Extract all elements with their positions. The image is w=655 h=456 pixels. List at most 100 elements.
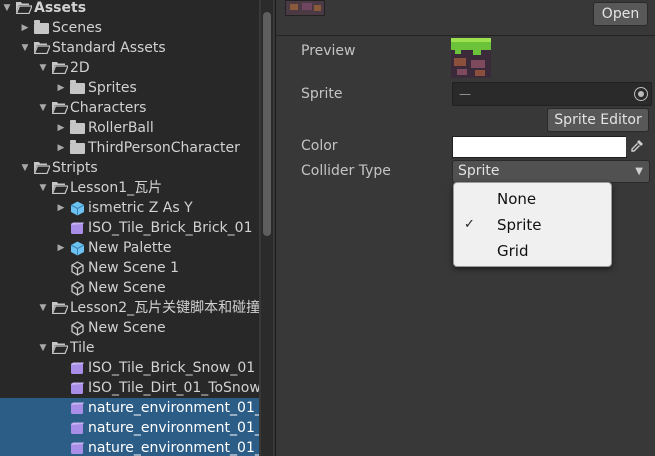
tree-row[interactable]: ISO_Tile_Brick_Brick_01 — [0, 218, 259, 238]
folder-open-icon — [52, 301, 68, 315]
tree-row-label: ISO_Tile_Brick_Brick_01 — [88, 220, 253, 236]
expand-arrow-closed-icon[interactable]: ▶ — [56, 238, 66, 258]
tree-row-label: Stripts — [52, 160, 98, 176]
menu-option-label: None — [497, 190, 537, 208]
folder-open-icon — [34, 41, 50, 55]
tile-icon — [70, 381, 85, 395]
tree-row-label: RollerBall — [88, 120, 154, 136]
menu-option-label: Sprite — [497, 216, 542, 234]
project-tree: ▼ Assets ▶ Scenes ▼ Standard Assets ▼ 2D ▶ Sprite… — [0, 0, 259, 456]
tree-row-label: Characters — [70, 100, 147, 116]
expand-arrow-open-icon[interactable]: ▼ — [2, 0, 12, 18]
expand-arrow-open-icon[interactable]: ▼ — [38, 298, 48, 318]
expand-arrow-open-icon[interactable]: ▼ — [38, 338, 48, 358]
expand-arrow-open-icon[interactable]: ▼ — [20, 158, 30, 178]
tile-icon — [70, 401, 85, 415]
eyedropper-icon[interactable] — [626, 136, 648, 156]
tile-preview-image — [451, 38, 491, 78]
folder-icon — [70, 140, 85, 155]
menu-option-grid[interactable]: Grid — [454, 238, 611, 264]
tree-row[interactable]: ▼ Tile — [0, 338, 259, 358]
unity-scene-icon — [70, 321, 85, 336]
folder-open-icon — [16, 1, 32, 15]
tree-scrollbar[interactable] — [261, 0, 273, 456]
sprite-field-value: — — [459, 87, 471, 101]
tree-row[interactable]: ▶ Scenes — [0, 18, 259, 38]
tree-row[interactable]: New Scene — [0, 318, 259, 338]
folder-open-icon — [52, 61, 68, 75]
tree-row[interactable]: nature_environment_01_0 — [0, 398, 259, 418]
tree-row-label: ISO_Tile_Brick_Snow_01 — [88, 360, 256, 376]
tree-row-label: Lesson1_瓦片 — [70, 180, 163, 196]
tree-row-label: ISO_Tile_Dirt_01_ToSnow — [88, 380, 259, 396]
tree-row-label: nature_environment_01_2 — [88, 440, 259, 456]
folder-open-icon — [52, 101, 68, 115]
folder-icon — [70, 120, 85, 135]
tree-row[interactable]: ▼ Standard Assets — [0, 38, 259, 58]
object-picker-icon[interactable] — [634, 87, 648, 101]
checkmark-icon: ✓ — [464, 217, 475, 232]
collider-type-dropdown[interactable]: Sprite ▼ — [452, 160, 650, 183]
unity-scene-icon — [70, 281, 85, 296]
tree-row-label: Assets — [34, 0, 87, 16]
expand-arrow-closed-icon[interactable]: ▶ — [56, 198, 66, 218]
expand-arrow-closed-icon[interactable]: ▶ — [56, 138, 66, 158]
expand-arrow-closed-icon[interactable]: ▶ — [56, 78, 66, 98]
expand-arrow-open-icon[interactable]: ▼ — [38, 98, 48, 118]
tree-row-label: Lesson2_瓦片关键脚本和碰撞 — [70, 300, 259, 316]
open-button[interactable]: Open — [593, 2, 648, 26]
chevron-down-icon: ▼ — [635, 166, 643, 177]
asset-thumbnail — [285, 0, 325, 16]
tree-row[interactable]: nature_environment_01_1 — [0, 418, 259, 438]
tree-row-label: Tile — [70, 340, 95, 356]
tree-row-label: nature_environment_01_0 — [88, 400, 259, 416]
collider-type-value: Sprite — [458, 163, 500, 179]
tree-row-label: 2D — [70, 60, 90, 76]
tree-row[interactable]: nature_environment_01_2 — [0, 438, 259, 456]
tree-row[interactable]: New Scene — [0, 278, 259, 298]
tile-icon — [70, 421, 85, 435]
collider-type-menu: None ✓ Sprite Grid — [453, 182, 612, 267]
tree-row-label: Scenes — [52, 20, 102, 36]
tree-row-label: ismetric Z As Y — [88, 200, 193, 216]
tree-row[interactable]: ▶ New Palette — [0, 238, 259, 258]
header-separator — [276, 35, 655, 36]
menu-option-sprite[interactable]: ✓ Sprite — [454, 212, 611, 238]
sprite-label: Sprite — [301, 86, 343, 102]
tree-row[interactable]: ▶ Sprites — [0, 78, 259, 98]
expand-arrow-open-icon[interactable]: ▼ — [38, 58, 48, 78]
prefab-icon — [70, 201, 85, 216]
tile-icon — [70, 361, 85, 375]
tree-row[interactable]: ▼ Assets — [0, 0, 259, 18]
tree-row[interactable]: ▼ Lesson2_瓦片关键脚本和碰撞 — [0, 298, 259, 318]
sprite-object-field[interactable]: — — [452, 82, 652, 106]
tree-scrollbar-thumb[interactable] — [263, 12, 271, 236]
expand-arrow-open-icon[interactable]: ▼ — [38, 178, 48, 198]
tile-icon — [70, 441, 85, 455]
inspector-panel: Open Preview Sprite — Sprite Editor Colo… — [276, 0, 655, 456]
tile-icon — [70, 221, 85, 235]
expand-arrow-closed-icon[interactable]: ▶ — [20, 18, 30, 38]
tree-row[interactable]: New Scene 1 — [0, 258, 259, 278]
tree-row[interactable]: ISO_Tile_Dirt_01_ToSnow — [0, 378, 259, 398]
tree-row[interactable]: ISO_Tile_Brick_Snow_01 — [0, 358, 259, 378]
tree-row-label: New Scene — [88, 320, 166, 336]
sprite-editor-button[interactable]: Sprite Editor — [547, 108, 649, 132]
color-label: Color — [301, 138, 338, 154]
expand-arrow-closed-icon[interactable]: ▶ — [56, 118, 66, 138]
tree-row-label: New Scene 1 — [88, 260, 180, 276]
tree-row-label: nature_environment_01_1 — [88, 420, 259, 436]
tree-row[interactable]: ▶ ThirdPersonCharacter — [0, 138, 259, 158]
tree-row[interactable]: ▶ ismetric Z As Y — [0, 198, 259, 218]
tree-row[interactable]: ▶ RollerBall — [0, 118, 259, 138]
tree-row[interactable]: ▼ Lesson1_瓦片 — [0, 178, 259, 198]
preview-label: Preview — [301, 43, 356, 59]
menu-option-none[interactable]: None — [454, 186, 611, 212]
expand-arrow-open-icon[interactable]: ▼ — [20, 38, 30, 58]
menu-option-label: Grid — [497, 242, 529, 260]
tree-row[interactable]: ▼ 2D — [0, 58, 259, 78]
unity-scene-icon — [70, 261, 85, 276]
tree-row[interactable]: ▼ Stripts — [0, 158, 259, 178]
tree-row[interactable]: ▼ Characters — [0, 98, 259, 118]
color-swatch-field[interactable] — [452, 136, 627, 158]
